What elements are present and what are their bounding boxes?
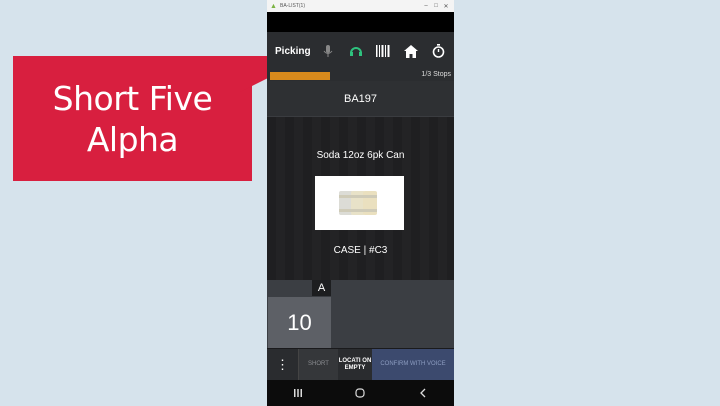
callout-line-2: Alpha — [86, 119, 179, 159]
android-icon: ▲ — [270, 2, 277, 10]
quantity-area: A 10 — [267, 280, 454, 348]
item-panel: Soda 12oz 6pk Can CASE | #C3 — [267, 117, 454, 280]
quantity-value[interactable]: 10 — [268, 297, 331, 348]
location-header: BA197 — [267, 81, 454, 117]
callout-line-1: Short Five — [52, 78, 213, 118]
progress-bar-fill — [270, 72, 330, 80]
stop-progress: 1/3 Stops — [267, 70, 454, 81]
timer-icon[interactable] — [429, 41, 448, 61]
status-bar — [267, 12, 454, 32]
action-bar: ⋮ SHORT LOCATI ON EMPTY CONFIRM WITH VOI… — [267, 349, 454, 380]
confirm-with-voice-button[interactable]: CONFIRM WITH VOICE — [372, 349, 454, 380]
progress-text: 1/3 Stops — [421, 71, 451, 78]
location-code: BA197 — [343, 92, 378, 105]
short-button[interactable]: SHORT — [298, 349, 338, 380]
app-bar: Picking — [267, 32, 454, 70]
home-button-icon[interactable] — [345, 383, 375, 403]
recents-icon[interactable] — [283, 383, 313, 403]
android-nav-bar — [267, 380, 454, 406]
maximize-icon[interactable]: □ — [431, 3, 441, 9]
back-icon[interactable] — [408, 383, 438, 403]
unit-of-measure: CASE | #C3 — [333, 245, 388, 256]
location-empty-button[interactable]: LOCATI ON EMPTY — [338, 349, 372, 380]
quantity-badge: A — [312, 280, 331, 296]
headset-icon[interactable] — [346, 41, 365, 61]
window-title: BA-LIST(1) — [280, 3, 306, 9]
close-icon[interactable]: ✕ — [441, 3, 451, 10]
home-icon[interactable] — [401, 41, 420, 61]
item-description: Soda 12oz 6pk Can — [316, 150, 405, 161]
phone-screen: ▲ BA-LIST(1) – □ ✕ Picking 1/3 Stops BA1… — [267, 0, 454, 406]
minimize-icon[interactable]: – — [421, 3, 431, 9]
microphone-icon[interactable] — [319, 41, 338, 61]
page-title: Picking — [275, 45, 311, 57]
barcode-icon[interactable] — [374, 41, 393, 61]
callout-box: Short Five Alpha — [13, 56, 252, 181]
emulator-titlebar: ▲ BA-LIST(1) – □ ✕ — [267, 0, 454, 12]
more-options-button[interactable]: ⋮ — [267, 349, 298, 380]
product-image — [315, 176, 404, 230]
